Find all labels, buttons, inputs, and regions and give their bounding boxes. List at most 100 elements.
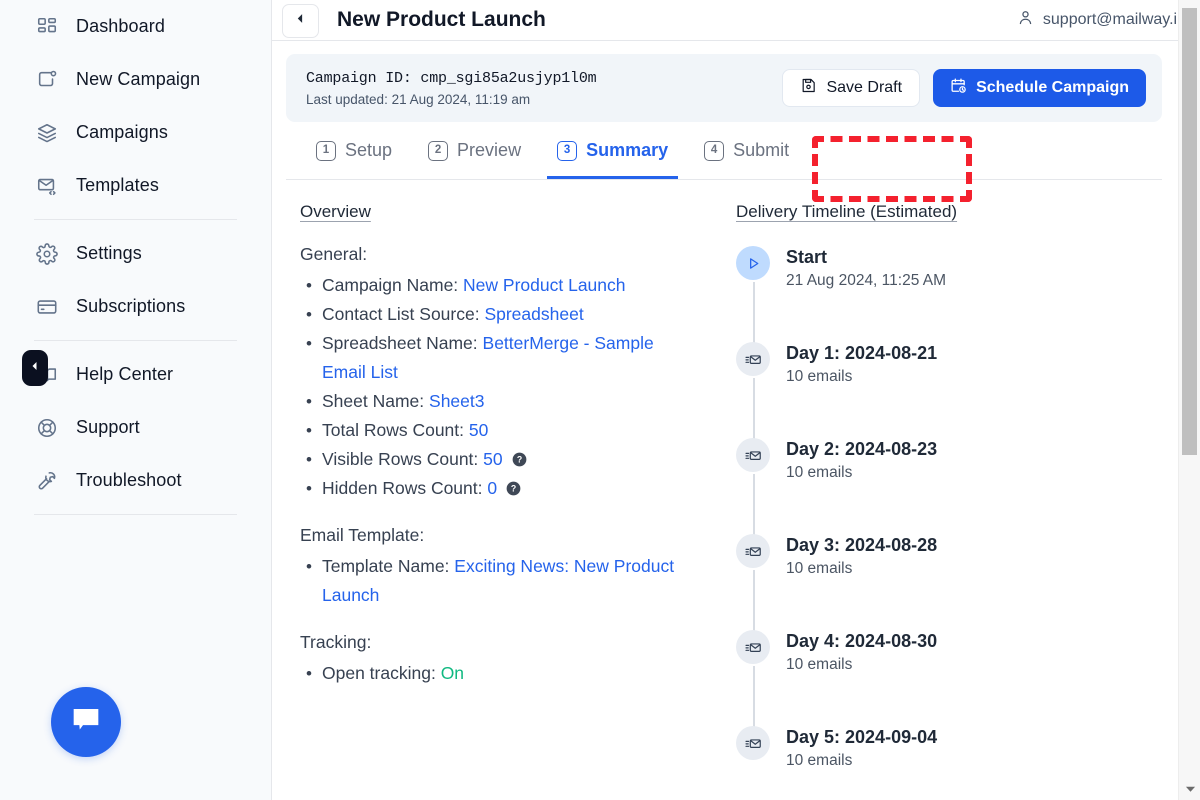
sidebar-item-label: Troubleshoot	[76, 470, 182, 491]
timeline-item-title: Day 4: 2024-08-30	[786, 629, 937, 653]
timeline-item-day-2: Day 2: 2024-08-23 10 emails	[736, 436, 1162, 532]
fact-value: Spreadsheet	[484, 304, 583, 324]
group-label: Tracking:	[300, 632, 700, 653]
app-root: Dashboard New Campaign Campaigns	[0, 0, 1200, 800]
timeline-heading: Delivery Timeline (Estimated)	[736, 202, 957, 222]
sidebar-divider-2	[34, 340, 237, 341]
tab-label: Setup	[345, 140, 392, 161]
fact-campaign-name: Campaign Name: New Product Launch	[300, 271, 700, 300]
timeline-item-sub: 10 emails	[786, 749, 937, 772]
save-draft-label: Save Draft	[826, 79, 902, 97]
timeline-item-sub: 10 emails	[786, 365, 937, 388]
timeline-connector	[753, 378, 755, 442]
tab-summary[interactable]: 3 Summary	[541, 123, 684, 179]
timeline-connector	[753, 570, 755, 634]
tab-preview[interactable]: 2 Preview	[412, 123, 537, 179]
sidebar: Dashboard New Campaign Campaigns	[0, 0, 272, 800]
sidebar-item-dashboard[interactable]: Dashboard	[0, 0, 271, 53]
timeline-item-day-3: Day 3: 2024-08-28 10 emails	[736, 532, 1162, 628]
campaign-id: Campaign ID: cmp_sgi85a2usjyp1l0m	[306, 70, 596, 87]
user-icon	[1017, 9, 1034, 31]
credit-card-icon	[36, 296, 58, 318]
schedule-campaign-button[interactable]: Schedule Campaign	[933, 69, 1146, 107]
sidebar-item-templates[interactable]: Templates	[0, 159, 271, 212]
timeline-item-title: Day 1: 2024-08-21	[786, 341, 937, 365]
help-circle-icon[interactable]: ?	[506, 481, 521, 496]
play-icon	[736, 246, 770, 280]
scrollbar-down-button[interactable]	[1179, 780, 1200, 798]
timeline-item-body: Start 21 Aug 2024, 11:25 AM	[786, 244, 946, 340]
sidebar-item-label: Templates	[76, 175, 159, 196]
last-updated: Last updated: 21 Aug 2024, 11:19 am	[306, 92, 596, 107]
fact-key: Template Name:	[322, 556, 449, 576]
chevron-down-icon	[1185, 780, 1196, 798]
timeline-item-title: Day 2: 2024-08-23	[786, 437, 937, 461]
help-circle-icon[interactable]: ?	[512, 452, 527, 467]
sidebar-item-settings[interactable]: Settings	[0, 227, 271, 280]
tab-number: 4	[704, 141, 724, 161]
account-email: support@mailway.in	[1043, 11, 1186, 29]
account-menu[interactable]: support@mailway.in	[1017, 9, 1186, 31]
fact-key: Contact List Source:	[322, 304, 480, 324]
chevron-left-icon	[29, 359, 41, 377]
delivery-timeline: Start 21 Aug 2024, 11:25 AM	[736, 244, 1162, 800]
fact-key: Visible Rows Count:	[322, 449, 478, 469]
timeline-item-title: Day 5: 2024-09-04	[786, 725, 937, 749]
sidebar-item-label: Subscriptions	[76, 296, 185, 317]
main-area: New Product Launch support@mailway.in Ca…	[272, 0, 1200, 800]
campaign-meta-text: Campaign ID: cmp_sgi85a2usjyp1l0m Last u…	[306, 70, 596, 107]
fact-value: 50	[483, 449, 502, 469]
fact-spreadsheet-name: Spreadsheet Name: BetterMerge - Sample E…	[300, 329, 700, 387]
timeline-item-body: Day 4: 2024-08-30 10 emails	[786, 628, 937, 724]
gear-icon	[36, 243, 58, 265]
overview-group-email-template: Email Template: Template Name: Exciting …	[300, 525, 700, 610]
page-title: New Product Launch	[337, 8, 546, 32]
fact-list: Campaign Name: New Product Launch Contac…	[300, 271, 700, 503]
fact-value: On	[441, 663, 464, 683]
fact-value: Sheet3	[429, 391, 484, 411]
chat-support-button[interactable]	[51, 687, 121, 757]
scrollbar-thumb[interactable]	[1182, 8, 1197, 455]
timeline-connector	[753, 282, 755, 346]
sidebar-item-label: New Campaign	[76, 69, 200, 90]
timeline-item-body: Day 3: 2024-08-28 10 emails	[786, 532, 937, 628]
tab-number: 2	[428, 141, 448, 161]
sidebar-item-label: Support	[76, 417, 140, 438]
svg-text:?: ?	[511, 484, 516, 494]
layers-icon	[36, 122, 58, 144]
email-send-icon	[736, 726, 770, 760]
floppy-disk-icon	[800, 77, 817, 99]
fact-key: Spreadsheet Name:	[322, 333, 478, 353]
timeline-item-day-5: Day 5: 2024-09-04 10 emails	[736, 724, 1162, 800]
timeline-item-sub: 21 Aug 2024, 11:25 AM	[786, 269, 946, 292]
tab-label: Summary	[586, 140, 668, 161]
sidebar-item-troubleshoot[interactable]: Troubleshoot	[0, 454, 271, 507]
group-label: General:	[300, 244, 700, 265]
back-button[interactable]	[282, 4, 319, 38]
sidebar-collapse-toggle[interactable]	[22, 350, 48, 386]
sidebar-item-subscriptions[interactable]: Subscriptions	[0, 280, 271, 333]
timeline-item-sub: 10 emails	[786, 653, 937, 676]
group-label: Email Template:	[300, 525, 700, 546]
tab-submit[interactable]: 4 Submit	[688, 123, 805, 179]
fact-key: Total Rows Count:	[322, 420, 464, 440]
sidebar-item-campaigns[interactable]: Campaigns	[0, 106, 271, 159]
new-campaign-icon	[36, 69, 58, 91]
sidebar-item-label: Campaigns	[76, 122, 168, 143]
sidebar-item-new-campaign[interactable]: New Campaign	[0, 53, 271, 106]
vertical-scrollbar[interactable]	[1178, 0, 1200, 800]
email-send-icon	[736, 438, 770, 472]
tab-number: 1	[316, 141, 336, 161]
top-header: New Product Launch support@mailway.in	[272, 0, 1200, 41]
save-draft-button[interactable]: Save Draft	[782, 69, 920, 107]
sidebar-item-support[interactable]: Support	[0, 401, 271, 454]
timeline-item-body: Day 5: 2024-09-04 10 emails	[786, 724, 937, 800]
fact-list: Template Name: Exciting News: New Produc…	[300, 552, 700, 610]
timeline-item-title: Start	[786, 245, 946, 269]
fact-open-tracking: Open tracking: On	[300, 659, 700, 688]
lifebuoy-icon	[36, 417, 58, 439]
tab-setup[interactable]: 1 Setup	[300, 123, 408, 179]
chevron-left-icon	[294, 12, 307, 30]
overview-heading: Overview	[300, 202, 371, 222]
dashboard-icon	[36, 16, 58, 38]
